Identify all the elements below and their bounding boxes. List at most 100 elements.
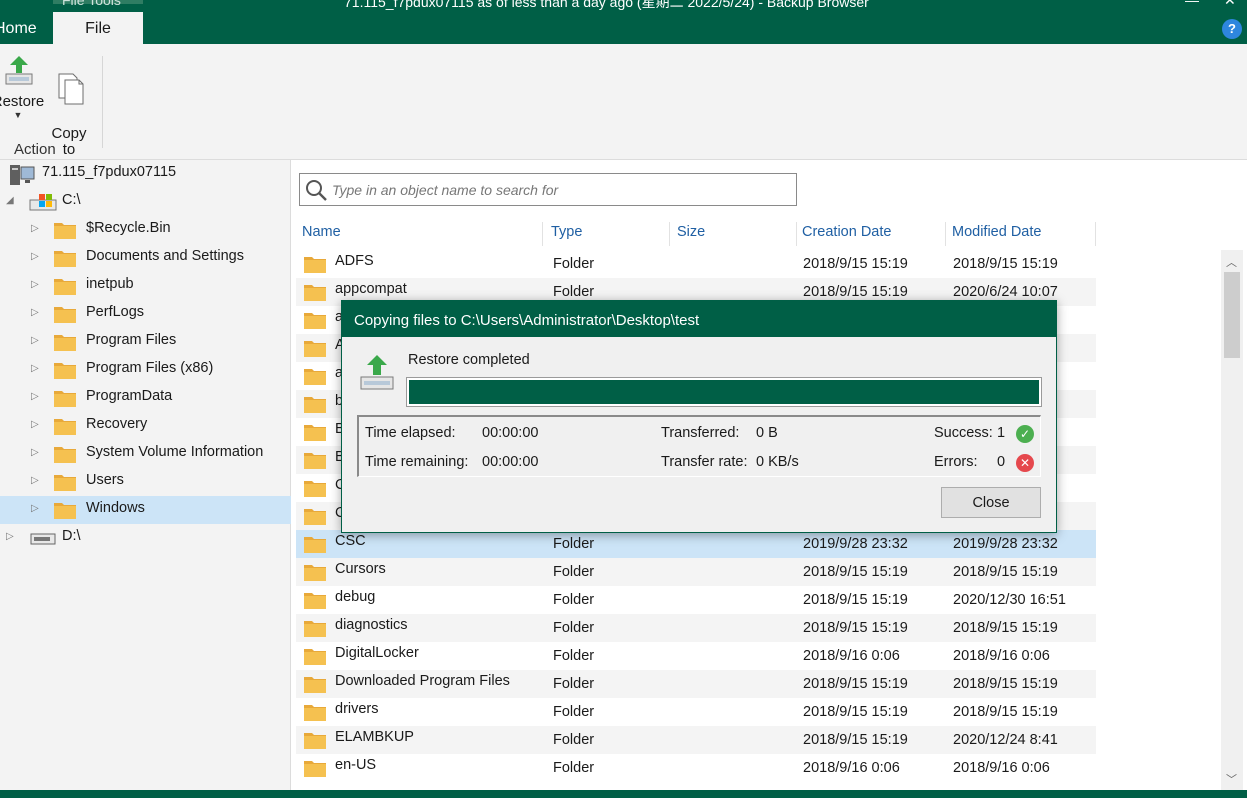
tree-root[interactable]: 71.115_f7pdux07115 bbox=[0, 160, 291, 188]
cell-modified: 2019/9/28 23:32 bbox=[953, 536, 1058, 552]
restore-button[interactable]: Restore ▼ bbox=[0, 52, 48, 120]
table-row[interactable]: ELAMBKUP Folder 2018/9/15 15:19 2020/12/24 … bbox=[296, 726, 1096, 754]
expand-arrow-icon[interactable]: ▷ bbox=[31, 503, 41, 515]
expand-arrow-icon[interactable]: ▷ bbox=[31, 475, 41, 487]
cell-created: 2018/9/15 15:19 bbox=[803, 704, 908, 720]
tab-file[interactable]: File bbox=[53, 12, 143, 44]
search-icon bbox=[306, 180, 327, 201]
expand-arrow-icon[interactable]: ▷ bbox=[31, 419, 41, 431]
help-button[interactable]: ? bbox=[1222, 19, 1242, 39]
cell-type: Folder bbox=[553, 620, 595, 636]
tree-folder[interactable]: ▷ PerfLogs bbox=[0, 300, 291, 328]
expand-arrow-icon[interactable]: ▷ bbox=[31, 363, 41, 375]
dialog-status-text: Restore completed bbox=[408, 352, 530, 368]
folder-icon bbox=[54, 251, 76, 267]
cell-type: Folder bbox=[553, 676, 595, 692]
tree-folder[interactable]: ▷ Recovery bbox=[0, 412, 291, 440]
tree-folder[interactable]: ▷ Program Files bbox=[0, 328, 291, 356]
transfer-stats-panel: Time elapsed: 00:00:00 Time remaining: 0… bbox=[357, 415, 1041, 477]
tree-folder[interactable]: ▷ Documents and Settings bbox=[0, 244, 291, 272]
copy-to-label: Copy to bbox=[51, 125, 87, 158]
close-window-button[interactable]: ✕ bbox=[1224, 0, 1236, 9]
tree-folder[interactable]: ▷ System Volume Information bbox=[0, 440, 291, 468]
table-row[interactable]: diagnostics Folder 2018/9/15 15:19 2018/9/1… bbox=[296, 614, 1096, 642]
cell-created: 2018/9/15 15:19 bbox=[803, 732, 908, 748]
time-elapsed-label: Time elapsed: bbox=[365, 425, 456, 441]
folder-icon bbox=[304, 593, 326, 609]
tree-folder[interactable]: ▷ ProgramData bbox=[0, 384, 291, 412]
cell-name: diagnostics bbox=[335, 617, 408, 633]
expand-arrow-icon[interactable]: ▷ bbox=[31, 279, 41, 291]
cell-name: ADFS bbox=[335, 253, 374, 269]
windows-drive-icon bbox=[29, 194, 57, 211]
column-header-type[interactable]: Type bbox=[551, 224, 582, 240]
vertical-scrollbar[interactable]: ︿ ﹀ bbox=[1221, 250, 1243, 790]
table-row[interactable]: en-US Folder 2018/9/16 0:06 2018/9/16 0:06 bbox=[296, 754, 1096, 782]
folder-icon bbox=[304, 341, 326, 357]
cell-type: Folder bbox=[553, 760, 595, 776]
column-separator[interactable] bbox=[945, 222, 946, 246]
folder-icon bbox=[304, 425, 326, 441]
backup-browser-window: File Tools 71.115_f7pdux07115 as of less… bbox=[0, 0, 1247, 798]
expand-arrow-icon[interactable]: ▷ bbox=[31, 223, 41, 235]
column-separator[interactable] bbox=[669, 222, 670, 246]
tree-folder[interactable]: ▷ Users bbox=[0, 468, 291, 496]
expand-arrow-icon[interactable]: ▷ bbox=[31, 391, 41, 403]
tree-folder-label: Windows bbox=[86, 500, 145, 516]
success-check-icon: ✓ bbox=[1016, 425, 1034, 443]
cell-name: appcompat bbox=[335, 281, 407, 297]
chevron-down-icon: ▼ bbox=[13, 110, 23, 120]
cell-type: Folder bbox=[553, 284, 595, 300]
cell-modified: 2020/12/24 8:41 bbox=[953, 732, 1058, 748]
close-button[interactable]: Close bbox=[941, 487, 1041, 518]
tree-folder[interactable]: ▷ Windows bbox=[0, 496, 291, 524]
scroll-up-icon[interactable]: ︿ bbox=[1226, 254, 1237, 270]
column-header-creation-date[interactable]: Creation Date bbox=[802, 224, 891, 240]
folder-icon bbox=[304, 705, 326, 721]
errors-value: 0 bbox=[997, 454, 1006, 470]
tree-drive-d[interactable]: ▷ D:\ bbox=[0, 524, 291, 552]
collapse-arrow-icon[interactable]: ◢ bbox=[6, 195, 16, 207]
cell-type: Folder bbox=[553, 732, 595, 748]
column-separator[interactable] bbox=[542, 222, 543, 246]
folder-icon bbox=[54, 447, 76, 463]
folder-icon bbox=[54, 391, 76, 407]
status-bar bbox=[0, 790, 1247, 798]
search-input[interactable] bbox=[332, 179, 782, 201]
column-separator[interactable] bbox=[1095, 222, 1096, 246]
tree-folder[interactable]: ▷ inetpub bbox=[0, 272, 291, 300]
tree-drive-c-label: C:\ bbox=[62, 192, 81, 208]
search-box[interactable] bbox=[299, 173, 797, 206]
cell-type: Folder bbox=[553, 704, 595, 720]
tree-folder[interactable]: ▷ Program Files (x86) bbox=[0, 356, 291, 384]
column-header-name[interactable]: Name bbox=[302, 224, 341, 240]
expand-arrow-icon[interactable]: ▷ bbox=[31, 251, 41, 263]
table-row[interactable]: drivers Folder 2018/9/15 15:19 2018/9/15 15… bbox=[296, 698, 1096, 726]
tab-home[interactable]: Home bbox=[0, 20, 37, 38]
expand-arrow-icon[interactable]: ▷ bbox=[31, 447, 41, 459]
tree-folder-label: ProgramData bbox=[86, 388, 173, 404]
table-row[interactable]: CSC Folder 2019/9/28 23:32 2019/9/28 23:32 bbox=[296, 530, 1096, 558]
tree-folder[interactable]: ▷ $Recycle.Bin bbox=[0, 216, 291, 244]
table-row[interactable]: ADFS Folder 2018/9/15 15:19 2018/9/15 15:19 bbox=[296, 250, 1096, 278]
table-row[interactable]: Downloaded Program Files Folder 2018/9/15 … bbox=[296, 670, 1096, 698]
expand-arrow-icon[interactable]: ▷ bbox=[6, 531, 16, 543]
table-row[interactable]: debug Folder 2018/9/15 15:19 2020/12/30 16:… bbox=[296, 586, 1096, 614]
expand-arrow-icon[interactable]: ▷ bbox=[31, 335, 41, 347]
dialog-title: Copying files to C:\Users\Administrator\… bbox=[342, 301, 1056, 337]
folder-icon bbox=[304, 565, 326, 581]
scroll-down-icon[interactable]: ﹀ bbox=[1226, 771, 1237, 787]
tree-drive-c[interactable]: ◢ C:\ bbox=[0, 188, 291, 216]
column-header-modified-date[interactable]: Modified Date bbox=[952, 224, 1041, 240]
table-row[interactable]: DigitalLocker Folder 2018/9/16 0:06 2018/9/… bbox=[296, 642, 1096, 670]
cell-name: debug bbox=[335, 589, 376, 605]
column-separator[interactable] bbox=[796, 222, 797, 246]
minimize-button[interactable]: — bbox=[1185, 0, 1199, 8]
time-remaining-label: Time remaining: bbox=[365, 454, 469, 470]
server-icon bbox=[10, 165, 35, 185]
cell-type: Folder bbox=[553, 256, 595, 272]
table-row[interactable]: Cursors Folder 2018/9/15 15:19 2018/9/15 15… bbox=[296, 558, 1096, 586]
scroll-thumb[interactable] bbox=[1224, 272, 1240, 358]
column-header-size[interactable]: Size bbox=[677, 224, 705, 240]
expand-arrow-icon[interactable]: ▷ bbox=[31, 307, 41, 319]
